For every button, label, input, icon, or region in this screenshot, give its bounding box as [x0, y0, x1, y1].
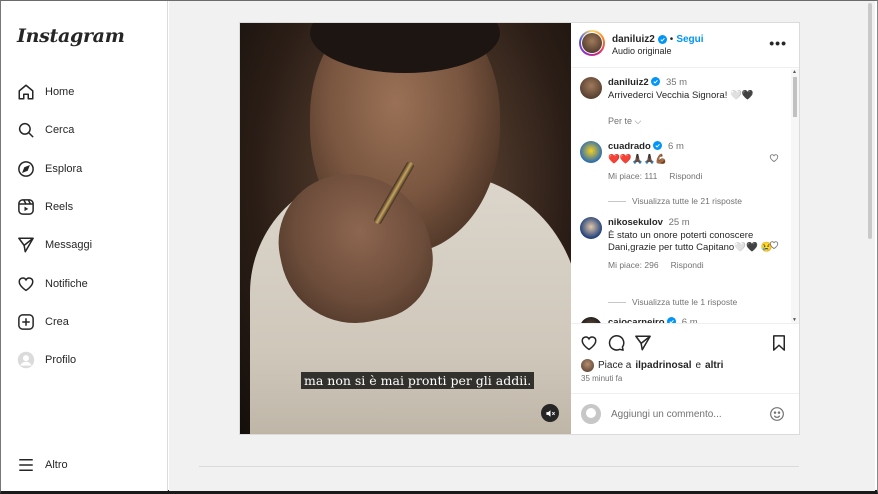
nav-reels-label: Reels [45, 201, 74, 213]
current-user-avatar [581, 404, 601, 424]
liked-by-others[interactable]: altri [705, 360, 723, 371]
nav-home-label: Home [45, 86, 75, 98]
like-comment-icon[interactable] [769, 240, 779, 250]
comment-time: 6 m [668, 141, 684, 152]
bookmark-icon[interactable] [770, 334, 788, 352]
nav-create[interactable]: Crea [17, 310, 69, 334]
comment-text: ❤️❤️🙏🏿🙏🏿💪🏾 [608, 153, 668, 165]
page-scrollbar-thumb[interactable] [868, 3, 872, 239]
nav-search[interactable]: Cerca [17, 118, 74, 142]
original-audio-link[interactable]: Audio originale [612, 46, 672, 56]
nav-more-label: Altro [45, 459, 68, 471]
instagram-logo[interactable]: Instagram [17, 25, 125, 47]
caption-time: 35 m [665, 77, 688, 88]
verified-badge-icon [653, 141, 663, 150]
comment-username[interactable]: nikosekulov [608, 217, 663, 228]
nav-messages[interactable]: Messaggi [17, 233, 92, 257]
emoji-icon[interactable] [769, 406, 785, 422]
comments-list[interactable]: daniluiz2 35 m Arrivederci Vecchia Signo… [571, 69, 799, 323]
reply-button[interactable]: Rispondi [671, 260, 704, 270]
per-te-dropdown[interactable]: Per te ⌵ [608, 116, 641, 127]
author-line: daniluiz2 • Segui [612, 34, 704, 45]
menu-icon [19, 459, 33, 471]
profile-avatar [17, 351, 35, 369]
add-comment-bar: Aggiungi un commento... [571, 393, 799, 434]
nav-create-label: Crea [45, 316, 69, 328]
verified-badge-icon [651, 77, 661, 86]
plus-square-icon [18, 314, 34, 330]
nav-notifications-label: Notifiche [45, 278, 88, 290]
post-header: daniluiz2 • Segui Audio originale ••• [571, 23, 799, 68]
nav-profile-label: Profilo [45, 354, 77, 366]
separator-dot: • [669, 34, 674, 45]
reels-icon [18, 199, 34, 215]
share-send-icon[interactable] [634, 334, 652, 352]
video-subtitle: ma non si è mai pronti per gli addii. [301, 372, 535, 389]
send-icon [18, 237, 34, 253]
follow-button[interactable]: Segui [676, 34, 703, 45]
nav-notifications[interactable]: Notifiche [17, 272, 88, 296]
sidebar: Instagram Home Cerca Esplora Reels Messa… [1, 1, 168, 491]
view-replies-label: Visualizza tutte le 1 risposte [632, 297, 738, 307]
comment-avatar[interactable] [580, 217, 602, 239]
author-avatar[interactable] [579, 30, 605, 56]
comment-time: 25 m [668, 217, 690, 228]
search-icon [18, 122, 34, 138]
comment-likes[interactable]: Mi piace: 111 [608, 171, 657, 181]
heart-icon [18, 277, 34, 292]
comments-scrollbar-thumb[interactable] [793, 77, 797, 117]
liked-by-mid: e [695, 360, 702, 371]
liked-by-line: Piace a ilpadrinosal e altri [581, 359, 723, 372]
verified-badge-icon [657, 35, 667, 44]
more-options-button[interactable]: ••• [769, 35, 787, 51]
like-heart-icon[interactable] [580, 334, 598, 352]
nav-search-label: Cerca [45, 124, 75, 136]
post-actions: Piace a ilpadrinosal e altri 35 minuti f… [571, 323, 799, 393]
post-modal: ma non si è mai pronti per gli addii. da… [239, 22, 800, 435]
like-comment-icon[interactable] [769, 153, 779, 163]
author-username[interactable]: daniluiz2 [612, 34, 655, 45]
view-replies-button[interactable]: Visualizza tutte le 21 risposte [608, 196, 742, 206]
caption-text: Arrivederci Vecchia Signora! 🤍🖤 [608, 89, 754, 101]
nav-more[interactable]: Altro [17, 453, 68, 477]
comment-input[interactable]: Aggiungi un commento... [611, 409, 722, 420]
nav-home[interactable]: Home [17, 80, 74, 104]
scroll-up-arrow-icon[interactable]: ▲ [792, 69, 797, 75]
comment-username[interactable]: cuadrado [608, 141, 651, 152]
app-window: Instagram Home Cerca Esplora Reels Messa… [0, 0, 878, 494]
page-scrollbar[interactable] [867, 3, 873, 489]
mute-button[interactable] [541, 404, 559, 422]
nav-profile[interactable]: Profilo [17, 348, 76, 372]
caption-avatar[interactable] [580, 77, 602, 99]
comments-scrollbar[interactable]: ▲ ▼ [791, 69, 799, 323]
nav-explore[interactable]: Esplora [17, 157, 82, 181]
post-side-panel: daniluiz2 • Segui Audio originale ••• da… [571, 23, 799, 434]
divider [199, 466, 799, 467]
nav-messages-label: Messaggi [45, 239, 93, 251]
reply-button[interactable]: Rispondi [669, 171, 702, 181]
post-timestamp[interactable]: 35 minuti fa [581, 374, 622, 383]
nav-explore-label: Esplora [45, 163, 83, 175]
comment-likes[interactable]: Mi piace: 296 [608, 260, 659, 270]
view-replies-label: Visualizza tutte le 21 risposte [632, 196, 742, 206]
caption-username[interactable]: daniluiz2 [608, 77, 649, 88]
comment-bubble-icon[interactable] [607, 334, 625, 352]
reel-video[interactable]: ma non si è mai pronti per gli addii. [240, 23, 571, 434]
comment-text: È stato un onore poterti conoscere Dani,… [608, 229, 773, 254]
liker-avatar[interactable] [581, 359, 594, 372]
muted-speaker-icon [545, 409, 555, 417]
compass-icon [18, 161, 34, 177]
view-replies-button[interactable]: Visualizza tutte le 1 risposte [608, 297, 737, 307]
liked-by-user[interactable]: ilpadrinosal [635, 360, 691, 371]
liked-by-prefix: Piace a [598, 360, 632, 371]
home-icon [18, 84, 34, 100]
comment-avatar[interactable] [580, 141, 602, 163]
nav-reels[interactable]: Reels [17, 195, 73, 219]
